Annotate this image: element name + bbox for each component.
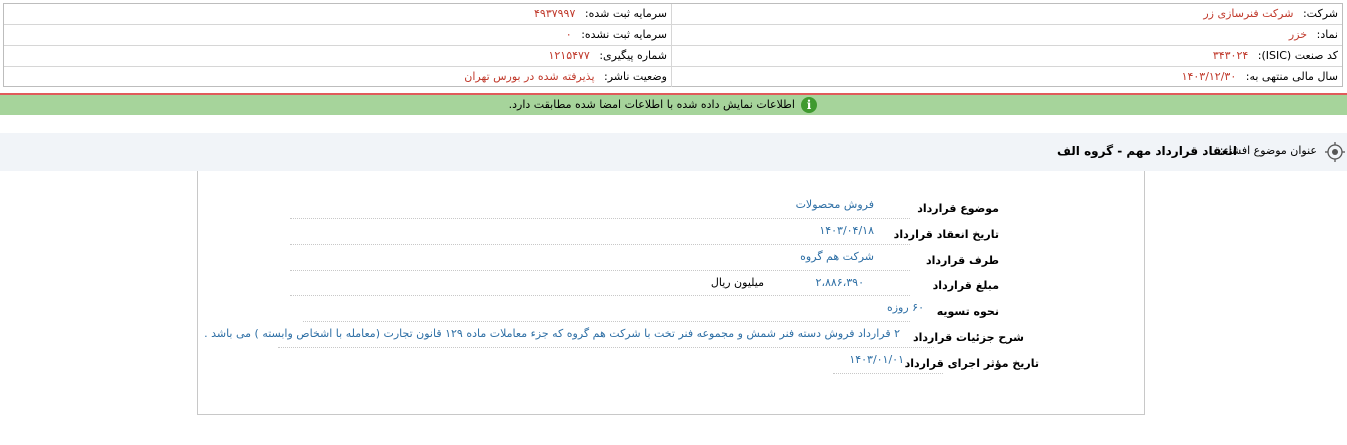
contract-settlement-label: نحوه تسویه (936, 305, 999, 318)
registered-capital-cell: سرمایه ثبت شده: ۴۹۳۷۹۹۷ (4, 4, 672, 24)
info-row: شرکت: شرکت فنرسازی زر سرمایه ثبت شده: ۴۹… (4, 4, 1342, 25)
topic-value: انعقاد قرارداد مهم - گروه الف (1057, 144, 1237, 158)
publisher-status-cell: وضعیت ناشر: پذیرفته شده در بورس تهران (4, 67, 672, 87)
company-info-table: شرکت: شرکت فنرسازی زر سرمایه ثبت شده: ۴۹… (3, 3, 1343, 87)
contract-details-row: شرح جزئیات قرارداد ۲ قرارداد فروش دسته ف… (204, 327, 1024, 347)
tracking-number-value: ۱۲۱۵۴۷۷ (548, 49, 590, 62)
contract-settlement-value: ۶۰ روزه (886, 301, 924, 314)
unregistered-capital-cell: سرمایه ثبت نشده: ۰ (4, 25, 672, 45)
registered-capital-value: ۴۹۳۷۹۹۷ (534, 7, 576, 20)
contract-settlement-row: نحوه تسویه ۶۰ روزه (299, 301, 999, 321)
notice-message: اطلاعات نمایش داده شده با اطلاعات امضا ش… (508, 98, 795, 111)
registered-capital-label: سرمایه ثبت شده: (584, 7, 667, 20)
row-separator (290, 244, 910, 245)
symbol-label: نماد: (1316, 28, 1338, 41)
info-row: کد صنعت (ISIC): ۳۴۳۰۲۴ شماره پیگیری: ۱۲۱… (4, 46, 1342, 67)
info-icon: i (801, 97, 817, 113)
row-separator (290, 295, 910, 296)
symbol-value: خزر (1288, 28, 1308, 41)
verification-notice: i اطلاعات نمایش داده شده با اطلاعات امضا… (0, 95, 1347, 115)
fiscal-year-label: سال مالی منتهی به: (1245, 70, 1338, 83)
tracking-number-label: شماره پیگیری: (599, 49, 667, 62)
row-separator (278, 347, 934, 348)
contract-amount-label: مبلغ قرارداد (932, 279, 999, 292)
contract-amount-row: مبلغ قرارداد ۲،۸۸۶،۳۹۰ میلیون ریال (299, 276, 999, 295)
unregistered-capital-label: سرمایه ثبت نشده: (581, 28, 667, 41)
row-separator (290, 270, 910, 271)
info-row: نماد: خزر سرمایه ثبت نشده: ۰ (4, 25, 1342, 46)
contract-party-row: طرف قرارداد شرکت هم گروه (299, 250, 999, 270)
contract-subject-value: فروش محصولات (795, 198, 874, 211)
disclosure-topic-bar: عنوان موضوع افشاء: انعقاد قرارداد مهم - … (0, 133, 1347, 171)
contract-subject-row: موضوع قرارداد فروش محصولات (299, 198, 999, 218)
contract-amount-value: ۲،۸۸۶،۳۹۰ (815, 276, 864, 289)
row-separator (290, 218, 910, 219)
publisher-status-value: پذیرفته شده در بورس تهران (464, 70, 595, 83)
contract-details-value: ۲ قرارداد فروش دسته فنر شمش و مجموعه فنر… (204, 327, 900, 340)
row-separator (833, 373, 943, 374)
contract-effective-date-label: تاریخ مؤثر اجرای قرارداد (904, 357, 1039, 370)
fiscal-year-cell: سال مالی منتهی به: ۱۴۰۳/۱۲/۳۰ (674, 67, 1338, 87)
isic-value: ۳۴۳۰۲۴ (1212, 49, 1249, 62)
tracking-number-cell: شماره پیگیری: ۱۲۱۵۴۷۷ (4, 46, 672, 66)
symbol-cell: نماد: خزر (674, 25, 1338, 45)
target-icon (1325, 142, 1345, 162)
company-cell: شرکت: شرکت فنرسازی زر (674, 4, 1338, 24)
fiscal-year-value: ۱۴۰۳/۱۲/۳۰ (1181, 70, 1237, 83)
unregistered-capital-value: ۰ (565, 28, 572, 41)
contract-party-label: طرف قرارداد (925, 254, 999, 267)
contract-details-panel: موضوع قرارداد فروش محصولات تاریخ انعقاد … (197, 171, 1145, 415)
contract-date-value: ۱۴۰۳/۰۴/۱۸ (819, 224, 874, 237)
contract-date-label: تاریخ انعقاد قرارداد (893, 228, 999, 241)
contract-party-value: شرکت هم گروه (800, 250, 874, 263)
contract-date-row: تاریخ انعقاد قرارداد ۱۴۰۳/۰۴/۱۸ (299, 224, 999, 244)
isic-cell: کد صنعت (ISIC): ۳۴۳۰۲۴ (674, 46, 1338, 66)
publisher-status-label: وضعیت ناشر: (604, 70, 667, 83)
row-separator (303, 321, 910, 322)
contract-effective-date-row: تاریخ مؤثر اجرای قرارداد ۱۴۰۳/۰۱/۰۱ (339, 353, 1039, 373)
company-label: شرکت: (1302, 7, 1338, 20)
company-value: شرکت فنرسازی زر (1203, 7, 1294, 20)
contract-subject-label: موضوع قرارداد (917, 202, 999, 215)
contract-effective-date-value: ۱۴۰۳/۰۱/۰۱ (849, 353, 904, 366)
info-row: سال مالی منتهی به: ۱۴۰۳/۱۲/۳۰ وضعیت ناشر… (4, 67, 1342, 88)
contract-details-label: شرح جزئیات قرارداد (912, 331, 1024, 344)
isic-label: کد صنعت (ISIC): (1257, 49, 1338, 62)
contract-amount-unit: میلیون ریال (710, 276, 764, 289)
